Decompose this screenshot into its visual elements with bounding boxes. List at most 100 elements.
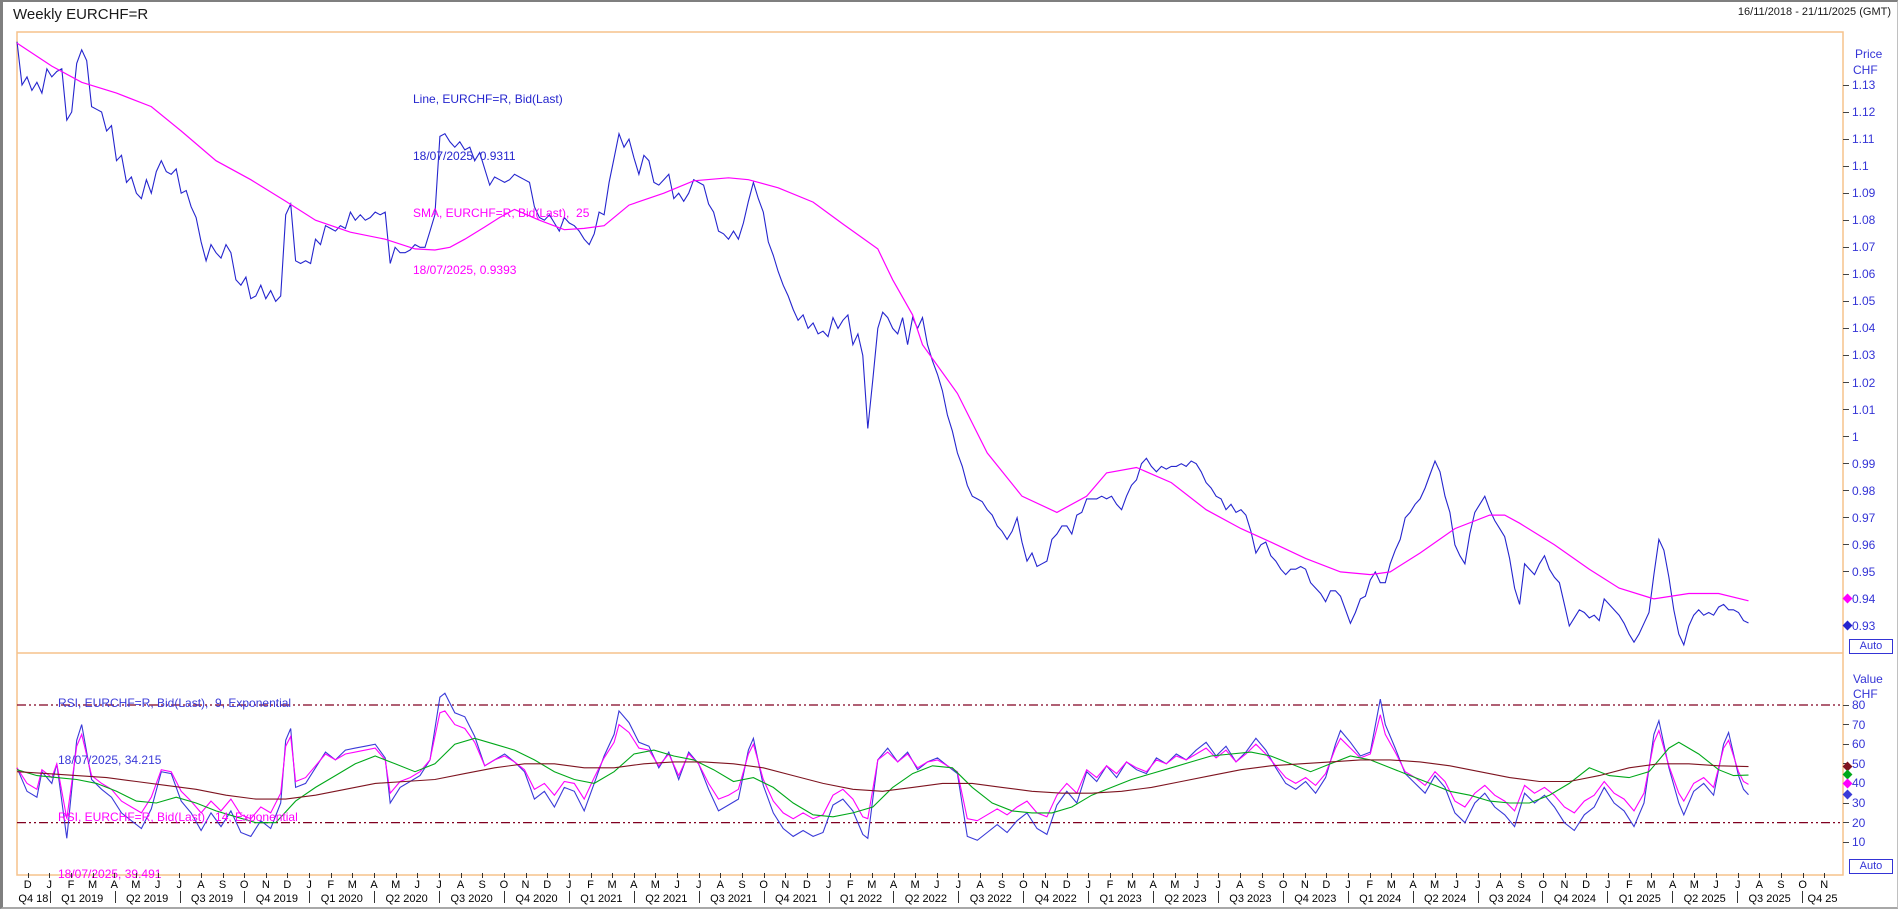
month-label-69: S	[1518, 879, 1525, 891]
month-label-27: M	[608, 879, 617, 891]
month-label-13: J	[306, 879, 312, 891]
month-label-17: M	[391, 879, 400, 891]
month-tick-30	[677, 873, 678, 878]
month-label-26: F	[587, 879, 594, 891]
month-label-50: F	[1107, 879, 1114, 891]
value-tick-label-70: 70	[1852, 718, 1865, 732]
quarter-separator-5	[309, 891, 310, 903]
month-tick-46	[1023, 873, 1024, 878]
month-tick-77	[1694, 873, 1695, 878]
quarter-separator-11	[699, 891, 700, 903]
month-tick-71	[1565, 873, 1566, 878]
month-tick-75	[1651, 873, 1652, 878]
month-label-29: M	[651, 879, 660, 891]
quarter-separator-7	[439, 891, 440, 903]
price-tick-mark-1.02	[1843, 382, 1849, 383]
month-tick-60	[1326, 873, 1327, 878]
month-tick-2	[71, 873, 72, 878]
month-label-2: F	[68, 879, 75, 891]
price-tick-mark-1.08	[1843, 220, 1849, 221]
price-tick-label-1.1: 1.1	[1852, 159, 1869, 173]
month-label-54: J	[1194, 879, 1200, 891]
rsi-auto-scale-button[interactable]: Auto	[1849, 859, 1893, 874]
quarter-separator-6	[374, 891, 375, 903]
month-tick-20	[461, 873, 462, 878]
month-label-66: J	[1454, 879, 1460, 891]
month-label-8: A	[197, 879, 204, 891]
price-line-series	[17, 42, 1749, 645]
price-tick-mark-1.04	[1843, 328, 1849, 329]
month-tick-83	[1824, 873, 1825, 878]
price-tick-label-1.09: 1.09	[1852, 186, 1875, 200]
price-tick-label-0.93: 0.93	[1852, 619, 1875, 633]
value-tick-label-10: 10	[1852, 835, 1865, 849]
month-tick-38	[850, 873, 851, 878]
quarter-separator-9	[569, 891, 570, 903]
value-tick-label-30: 30	[1852, 796, 1865, 810]
value-tick-mark-60	[1843, 744, 1849, 745]
month-label-35: N	[781, 879, 789, 891]
month-tick-50	[1110, 873, 1111, 878]
month-tick-31	[699, 873, 700, 878]
month-label-10: O	[240, 879, 249, 891]
month-tick-61	[1348, 873, 1349, 878]
quarter-separator-10	[634, 891, 635, 903]
month-label-83: N	[1820, 879, 1828, 891]
price-legend: Line, EURCHF=R, Bid(Last) 18/07/2025, 0.…	[413, 52, 589, 318]
month-tick-26	[591, 873, 592, 878]
month-label-5: M	[131, 879, 140, 891]
month-tick-17	[396, 873, 397, 878]
month-tick-78	[1716, 873, 1717, 878]
month-tick-58	[1283, 873, 1284, 878]
price-tick-label-1.04: 1.04	[1852, 321, 1875, 335]
month-label-31: J	[696, 879, 702, 891]
month-label-55: J	[1215, 879, 1221, 891]
month-label-14: F	[327, 879, 334, 891]
month-tick-82	[1803, 873, 1804, 878]
month-tick-64	[1413, 873, 1414, 878]
month-tick-10	[244, 873, 245, 878]
quarter-separator-17	[1088, 891, 1089, 903]
price-tick-mark-0.96	[1843, 544, 1849, 545]
chart-window: Weekly EURCHF=R 16/11/2018 - 21/11/2025 …	[0, 0, 1898, 909]
month-tick-8	[201, 873, 202, 878]
month-tick-56	[1240, 873, 1241, 878]
quarter-label-Q4-2023: Q4 2023	[1294, 893, 1336, 905]
price-legend-line-label: Line, EURCHF=R, Bid(Last)	[413, 90, 589, 109]
month-tick-62	[1370, 873, 1371, 878]
month-tick-79	[1738, 873, 1739, 878]
month-label-22: O	[500, 879, 509, 891]
month-label-68: A	[1496, 879, 1503, 891]
month-label-59: N	[1301, 879, 1309, 891]
month-label-24: D	[543, 879, 551, 891]
month-tick-69	[1521, 873, 1522, 878]
quarter-separator-16	[1023, 891, 1024, 903]
quarter-separator-18	[1153, 891, 1154, 903]
month-tick-68	[1500, 873, 1501, 878]
price-auto-scale-button[interactable]: Auto	[1849, 639, 1893, 654]
price-tick-mark-1.12	[1843, 112, 1849, 113]
month-label-36: D	[803, 879, 811, 891]
quarter-separator-13	[829, 891, 830, 903]
month-label-81: S	[1777, 879, 1784, 891]
month-label-20: A	[457, 879, 464, 891]
quarter-label-Q2-2022: Q2 2022	[905, 893, 947, 905]
month-tick-76	[1673, 873, 1674, 878]
month-label-30: J	[674, 879, 680, 891]
month-label-42: J	[934, 879, 940, 891]
month-tick-44	[980, 873, 981, 878]
month-label-82: O	[1798, 879, 1807, 891]
value-tick-label-80: 80	[1852, 698, 1865, 712]
quarter-label-Q3-2022: Q3 2022	[970, 893, 1012, 905]
month-label-9: S	[219, 879, 226, 891]
quarter-label-Q2-2019: Q2 2019	[126, 893, 168, 905]
quarter-separator-4	[244, 891, 245, 903]
month-tick-36	[807, 873, 808, 878]
quarter-label-Q1-2021: Q1 2021	[580, 893, 622, 905]
month-tick-24	[547, 873, 548, 878]
month-label-73: J	[1605, 879, 1611, 891]
quarter-label-Q1-2019: Q1 2019	[61, 893, 103, 905]
month-label-38: F	[847, 879, 854, 891]
quarter-label-Q4-2022: Q4 2022	[1035, 893, 1077, 905]
value-tick-label-50: 50	[1852, 757, 1865, 771]
